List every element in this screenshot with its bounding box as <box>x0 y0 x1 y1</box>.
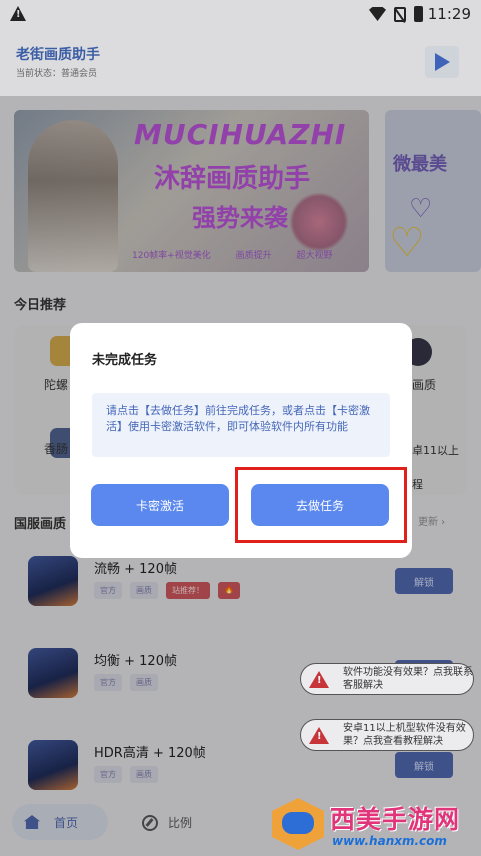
status-time: 11:29 <box>427 5 471 23</box>
toast-contact-support[interactable]: 软件功能没有效果？点我联系客服解决 <box>300 663 474 695</box>
warning-icon <box>309 726 329 744</box>
play-icon <box>434 53 450 71</box>
warning-icon <box>309 670 329 688</box>
watermark-url: www.hanxm.com <box>332 834 447 848</box>
toast-android11-tutorial[interactable]: 安卓11以上机型软件没有效果？点我查看教程解决 <box>300 719 474 751</box>
app-header: 老街画质助手 当前状态：普通会员 <box>0 28 481 96</box>
dialog-title: 未完成任务 <box>92 353 158 368</box>
activate-card-button[interactable]: 卡密激活 <box>91 484 229 526</box>
play-button[interactable] <box>425 46 459 78</box>
no-sim-icon <box>394 6 406 22</box>
dialog-message: 请点击【去做任务】前往完成任务，或者点击【卡密激活】使用卡密激活软件，即可体验软… <box>92 393 390 457</box>
toast-text: 安卓11以上机型软件没有效果？点我查看教程解决 <box>343 723 466 747</box>
status-bar: 11:29 <box>0 0 481 28</box>
battery-icon <box>414 6 423 22</box>
membership-status: 当前状态：普通会员 <box>16 69 98 79</box>
alert-icon <box>10 6 26 21</box>
highlight-box <box>235 467 407 543</box>
wifi-icon <box>369 7 386 21</box>
app-title: 老街画质助手 <box>16 47 100 63</box>
watermark-title: 西美手游网 <box>330 805 461 834</box>
status-icons <box>369 6 423 22</box>
toast-text: 软件功能没有效果？点我联系客服解决 <box>343 667 473 691</box>
